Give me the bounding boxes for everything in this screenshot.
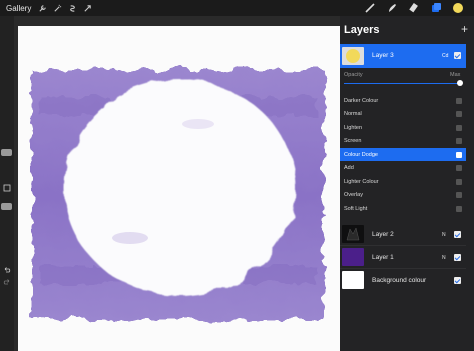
blend-mode-label: Lighten <box>344 124 363 131</box>
blend-mode-icon <box>456 205 462 212</box>
blend-mode-option[interactable]: Screen <box>340 135 466 148</box>
blend-mode-icon <box>456 192 462 198</box>
canvas-area[interactable] <box>14 16 340 351</box>
opacity-slider-thumb[interactable] <box>457 80 463 86</box>
layer-name: Layer 2 <box>372 231 394 238</box>
blend-mode-option[interactable]: Soft Light <box>340 202 466 215</box>
blend-mode-icon <box>456 97 462 104</box>
blend-mode-icon <box>456 165 462 171</box>
layer-row-active[interactable]: Layer 3 Cd <box>340 44 466 68</box>
smudge-icon[interactable] <box>386 2 398 14</box>
wrench-icon[interactable] <box>37 3 47 13</box>
layer-name: Layer 3 <box>372 52 394 59</box>
blend-mode-label: Colour Dodge <box>344 151 378 158</box>
layers-icon[interactable] <box>430 2 442 14</box>
magic-wand-icon[interactable] <box>52 3 62 13</box>
layer-row-background[interactable]: Background colour <box>340 269 474 291</box>
blend-mode-icon <box>456 111 462 117</box>
blend-mode-option[interactable]: Overlay <box>340 189 466 202</box>
blend-mode-option[interactable]: Darker Colour <box>340 94 466 107</box>
blend-mode-tag[interactable]: Cd <box>442 53 448 59</box>
color-icon[interactable] <box>452 2 464 14</box>
eraser-icon[interactable] <box>408 2 420 14</box>
brush-icon[interactable] <box>364 2 376 14</box>
blend-mode-option[interactable]: Normal <box>340 108 466 121</box>
blend-mode-option[interactable]: Colour Dodge <box>340 148 466 161</box>
blend-mode-label: Darker Colour <box>344 97 379 104</box>
blend-mode-label: Soft Light <box>344 205 368 212</box>
blend-mode-option[interactable]: Lighter Colour <box>340 175 466 188</box>
layer-thumbnail <box>342 248 364 266</box>
blend-mode-label: Overlay <box>344 192 363 198</box>
selection-icon[interactable] <box>67 3 77 13</box>
brush-size-slider[interactable] <box>1 149 12 156</box>
visibility-checkbox[interactable] <box>454 52 461 59</box>
layer-thumbnail <box>342 271 364 289</box>
visibility-checkbox[interactable] <box>454 277 461 284</box>
left-sidebar <box>0 16 14 351</box>
layers-panel: Layers + Layer 3 Cd Opacity Max Darker C… <box>340 16 474 351</box>
opacity-slider[interactable] <box>1 203 12 210</box>
visibility-checkbox[interactable] <box>454 231 461 238</box>
blend-mode-option[interactable]: Lighten <box>340 121 466 134</box>
blend-mode-option[interactable]: Add <box>340 162 466 175</box>
layer-name: Background colour <box>372 277 427 284</box>
visibility-checkbox[interactable] <box>454 254 461 261</box>
add-layer-button[interactable]: + <box>461 22 468 36</box>
blend-mode-icon <box>456 178 462 185</box>
blend-mode-label: Screen <box>344 138 362 144</box>
top-toolbar: Gallery <box>0 0 474 16</box>
blend-mode-icon <box>456 138 462 144</box>
layer-thumbnail <box>342 47 364 65</box>
canvas-paper[interactable] <box>18 26 340 351</box>
blend-mode-tag[interactable]: N <box>442 232 446 238</box>
modify-button[interactable] <box>3 184 11 192</box>
undo-icon[interactable] <box>3 266 11 274</box>
redo-icon[interactable] <box>3 278 11 286</box>
blend-mode-icon <box>456 151 462 158</box>
layer-thumbnail <box>342 225 364 243</box>
blend-mode-icon <box>456 124 462 131</box>
blend-mode-label: Normal <box>344 111 362 117</box>
watercolor-artwork <box>32 70 324 320</box>
opacity-max-label: Max <box>450 72 461 78</box>
panel-title: Layers <box>344 24 380 36</box>
gallery-button[interactable]: Gallery <box>6 4 32 13</box>
blend-mode-tag[interactable]: N <box>442 255 446 261</box>
transform-icon[interactable] <box>82 3 92 13</box>
layer-name: Layer 1 <box>372 254 394 261</box>
layer-row[interactable]: Layer 2 N <box>340 223 474 245</box>
blend-mode-label: Lighter Colour <box>344 178 379 185</box>
blend-mode-label: Add <box>344 165 354 171</box>
opacity-label: Opacity <box>344 72 363 78</box>
layer-row[interactable]: Layer 1 N <box>340 246 474 268</box>
opacity-slider-track[interactable] <box>344 83 462 84</box>
